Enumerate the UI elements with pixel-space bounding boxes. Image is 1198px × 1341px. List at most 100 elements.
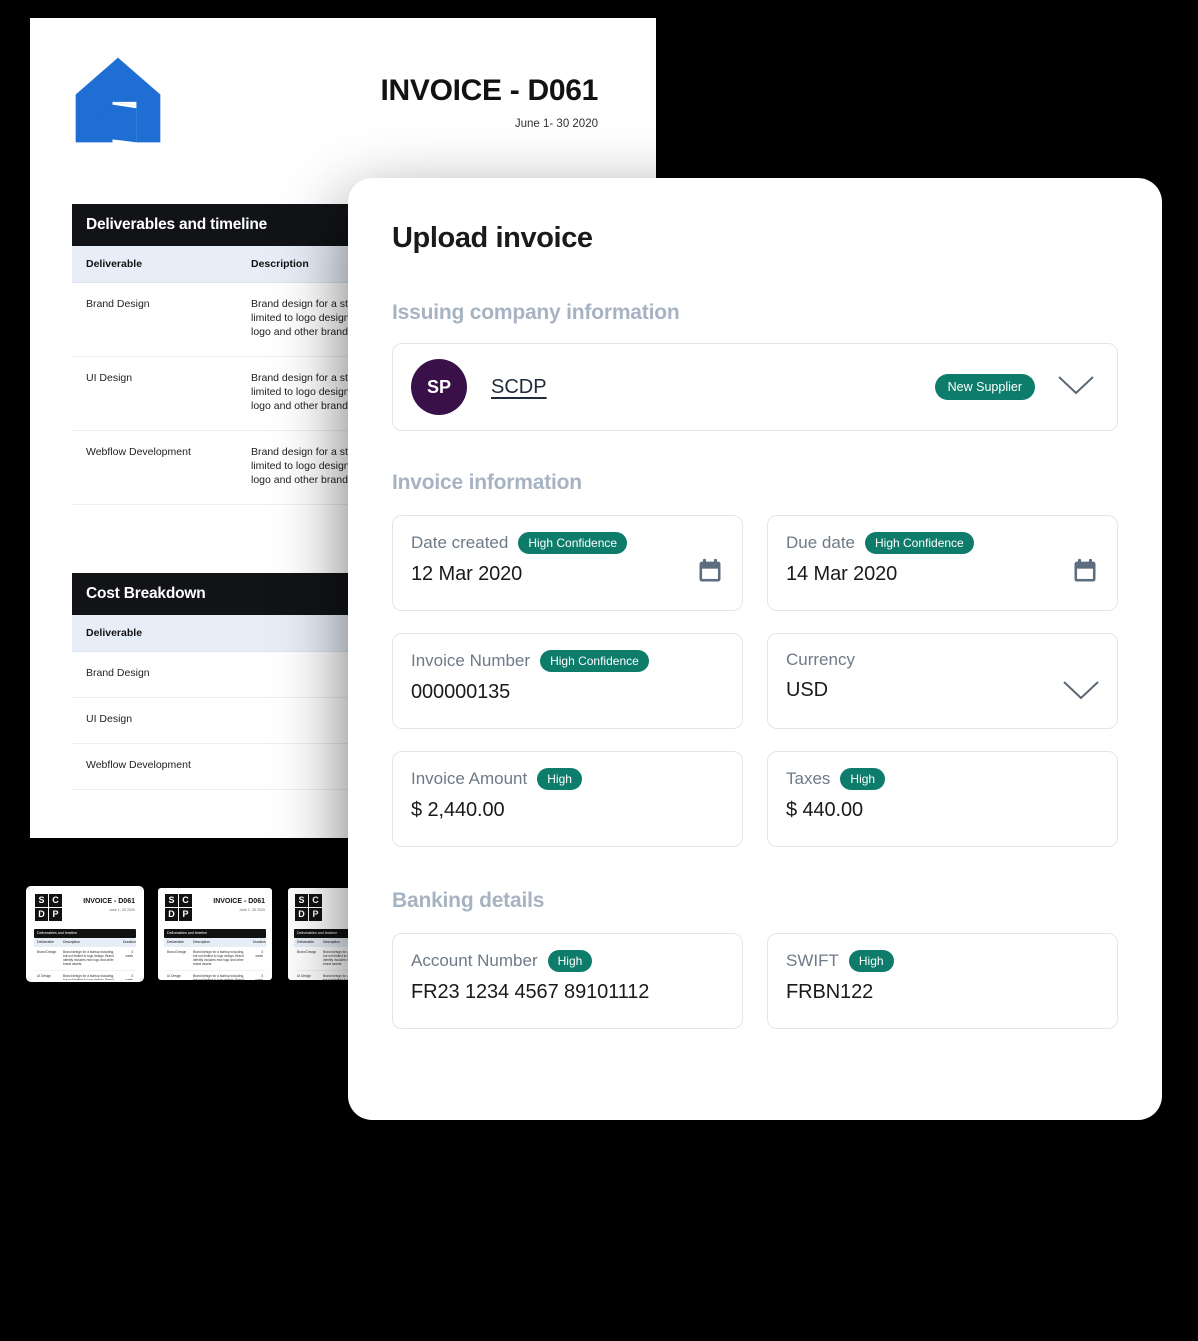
avatar: SP bbox=[411, 359, 467, 415]
field-value: USD bbox=[786, 679, 828, 701]
field-currency[interactable]: Currency USD bbox=[767, 633, 1118, 729]
th-cell-description: Brand design for a startup including, bu… bbox=[193, 950, 245, 967]
cell-deliverable: Webflow Development bbox=[86, 759, 191, 771]
field-top: SWIFT High bbox=[786, 950, 1099, 972]
supplier-card[interactable]: SP SCDP New Supplier bbox=[392, 343, 1118, 431]
page-thumbnail-strip[interactable]: S C D P INVOICE - D061 June 1- 30 2020 D… bbox=[26, 886, 402, 982]
scdp-letter-c: C bbox=[309, 894, 322, 907]
document-subtitle: June 1- 30 2020 bbox=[514, 118, 598, 130]
scdp-letter-d: D bbox=[295, 908, 308, 921]
document-title: INVOICE - D061 bbox=[380, 74, 598, 107]
thumbnail-subtitle: June 1- 30 2020 bbox=[239, 908, 265, 912]
confidence-badge: High bbox=[840, 768, 886, 790]
field-value: 14 Mar 2020 bbox=[786, 563, 898, 585]
thumbnail-row: Brand Design Brand design for a startup … bbox=[164, 947, 266, 971]
th-cell-description: Brand design for a startup including, bu… bbox=[63, 973, 115, 980]
field-label: Currency bbox=[786, 650, 855, 669]
th-col-description: Description bbox=[63, 940, 80, 945]
thumbnail-table-title: Deliverables and timeline bbox=[34, 929, 136, 938]
chevron-down-icon[interactable] bbox=[1061, 679, 1101, 706]
confidence-badge: High Confidence bbox=[540, 650, 649, 672]
thumbnail-page-2[interactable]: S C D P INVOICE - D061 June 1- 30 2020 D… bbox=[158, 888, 272, 980]
th-col-deliverable: Deliverable bbox=[167, 940, 184, 945]
th-col-duration: Duration bbox=[253, 940, 266, 945]
field-invoice-number[interactable]: Invoice Number High Confidence 000000135 bbox=[392, 633, 743, 729]
scdp-logo-icon: S C D P bbox=[295, 894, 322, 921]
section-heading-banking-details: Banking details bbox=[392, 889, 545, 912]
status-badge: New Supplier bbox=[934, 374, 1035, 400]
field-swift[interactable]: SWIFT High FRBN122 bbox=[767, 933, 1118, 1029]
field-label: Date created bbox=[411, 533, 509, 552]
thumbnail-title-block: INVOICE - D061 June 1- 30 2020 bbox=[83, 894, 135, 912]
th-col-deliverable: Deliverable bbox=[297, 940, 314, 945]
thumbnail-page-1[interactable]: S C D P INVOICE - D061 June 1- 30 2020 D… bbox=[26, 886, 144, 982]
section-heading-invoice-information: Invoice information bbox=[392, 471, 582, 494]
calendar-icon[interactable] bbox=[696, 557, 724, 590]
field-label: SWIFT bbox=[786, 951, 839, 970]
confidence-badge: High bbox=[848, 950, 894, 972]
field-top: Due date High Confidence bbox=[786, 532, 1099, 554]
field-top: Taxes High bbox=[786, 768, 1099, 790]
document-title-block: INVOICE - D061 June 1- 30 2020 bbox=[380, 54, 612, 130]
th-cell-duration: 4 week bbox=[255, 950, 263, 959]
th-cell-deliverable: Brand Design bbox=[297, 950, 317, 954]
scdp-letter-d: D bbox=[165, 908, 178, 921]
field-top: Currency bbox=[786, 650, 1099, 670]
th-col-description: Description bbox=[193, 940, 210, 945]
chevron-down-icon[interactable] bbox=[1057, 374, 1095, 401]
scdp-letter-p: P bbox=[179, 908, 192, 921]
field-account-number[interactable]: Account Number High FR23 1234 4567 89101… bbox=[392, 933, 743, 1029]
field-label: Due date bbox=[786, 533, 855, 552]
field-top: Date created High Confidence bbox=[411, 532, 724, 554]
screenshot-stage: INVOICE - D061 June 1- 30 2020 Deliverab… bbox=[0, 0, 1198, 1341]
field-label: Invoice Number bbox=[411, 651, 531, 670]
upload-invoice-modal: Upload invoice Issuing company informati… bbox=[348, 178, 1162, 1120]
field-value: $ 2,440.00 bbox=[411, 799, 505, 821]
th-col-deliverable: Deliverable bbox=[37, 940, 54, 945]
th-cell-duration: 3 week bbox=[255, 973, 263, 980]
field-value: 12 Mar 2020 bbox=[411, 563, 523, 585]
confidence-badge: High bbox=[547, 950, 593, 972]
th-cell-deliverable: Brand Design bbox=[167, 950, 187, 954]
field-due-date[interactable]: Due date High Confidence 14 Mar 2020 bbox=[767, 515, 1118, 611]
th-cell-description: Brand design for a startup including, bu… bbox=[63, 950, 115, 967]
cell-deliverable: Webflow Development bbox=[86, 446, 191, 458]
th-cell-duration: 3 week bbox=[125, 973, 133, 980]
thumbnail-row: Brand Design Brand design for a startup … bbox=[34, 947, 136, 971]
scdp-letter-p: P bbox=[49, 908, 62, 921]
scdp-logo-icon: S C D P bbox=[35, 894, 62, 921]
thumbnail-title: INVOICE - D061 bbox=[213, 898, 265, 905]
column-header-deliverable: Deliverable bbox=[86, 258, 143, 270]
field-value: $ 440.00 bbox=[786, 799, 864, 821]
invoice-information-grid: Date created High Confidence 12 Mar 2020… bbox=[392, 515, 1118, 847]
scdp-letter-s: S bbox=[165, 894, 178, 907]
banking-details-grid: Account Number High FR23 1234 4567 89101… bbox=[392, 933, 1118, 1029]
thumbnail-table-header: Deliverable Description Duration bbox=[34, 938, 136, 947]
field-taxes[interactable]: Taxes High $ 440.00 bbox=[767, 751, 1118, 847]
thumbnail-table-header: Deliverable Description Duration bbox=[164, 938, 266, 947]
th-col-duration: Duration bbox=[123, 940, 136, 945]
thumbnail-header: S C D P INVOICE - D061 June 1- 30 2020 bbox=[158, 888, 272, 921]
house-logo-icon bbox=[75, 57, 161, 143]
thumbnail-table-title: Deliverables and timeline bbox=[164, 929, 266, 938]
cell-deliverable: Brand Design bbox=[86, 298, 150, 310]
th-cell-deliverable: UI Design bbox=[167, 973, 181, 978]
cell-deliverable: UI Design bbox=[86, 713, 133, 725]
column-header-deliverable: Deliverable bbox=[86, 627, 143, 639]
thumbnail-title: INVOICE - D061 bbox=[83, 898, 135, 905]
field-invoice-amount[interactable]: Invoice Amount High $ 2,440.00 bbox=[392, 751, 743, 847]
field-value: FRBN122 bbox=[786, 981, 874, 1003]
thumbnail-row: UI Design Brand design for a startup inc… bbox=[34, 971, 136, 980]
field-date-created[interactable]: Date created High Confidence 12 Mar 2020 bbox=[392, 515, 743, 611]
cell-deliverable: UI Design bbox=[86, 372, 133, 384]
scdp-letter-p: P bbox=[309, 908, 322, 921]
cell-deliverable: Brand Design bbox=[86, 667, 150, 679]
field-label: Taxes bbox=[786, 769, 831, 788]
confidence-badge: High Confidence bbox=[865, 532, 974, 554]
calendar-icon[interactable] bbox=[1071, 557, 1099, 590]
field-top: Account Number High bbox=[411, 950, 724, 972]
field-top: Invoice Number High Confidence bbox=[411, 650, 724, 672]
th-cell-deliverable: UI Design bbox=[37, 973, 51, 978]
field-label: Account Number bbox=[411, 951, 538, 970]
supplier-name-link[interactable]: SCDP bbox=[491, 376, 547, 399]
